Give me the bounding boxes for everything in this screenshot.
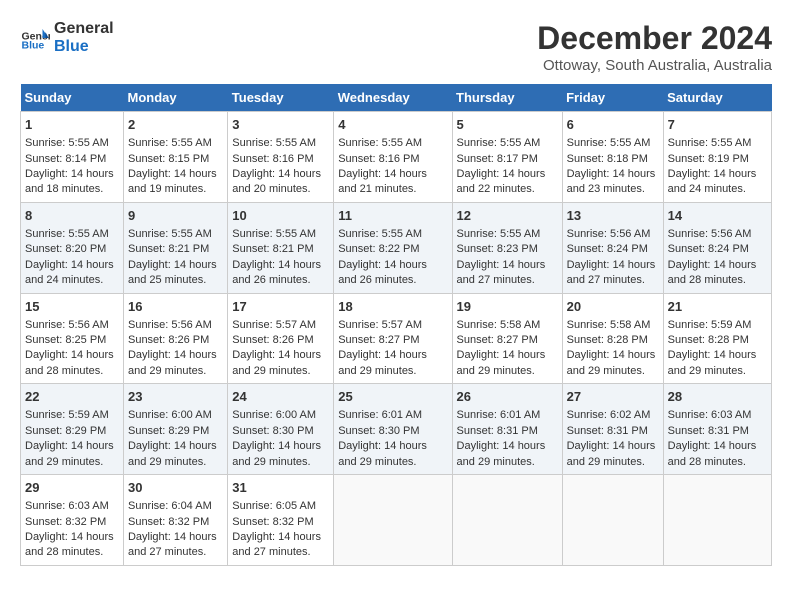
svg-text:Blue: Blue [22, 39, 45, 51]
main-title: December 2024 [537, 20, 772, 57]
calendar-day-1: 1Sunrise: 5:55 AMSunset: 8:14 PMDaylight… [21, 112, 124, 203]
calendar-day-11: 11Sunrise: 5:55 AMSunset: 8:22 PMDayligh… [334, 202, 452, 293]
header-thursday: Thursday [452, 84, 562, 112]
calendar-day-25: 25Sunrise: 6:01 AMSunset: 8:30 PMDayligh… [334, 384, 452, 475]
calendar-day-18: 18Sunrise: 5:57 AMSunset: 8:27 PMDayligh… [334, 293, 452, 384]
calendar-day-27: 27Sunrise: 6:02 AMSunset: 8:31 PMDayligh… [562, 384, 663, 475]
page-header: General Blue General Blue December 2024 … [20, 20, 772, 74]
calendar-day-31: 31Sunrise: 6:05 AMSunset: 8:32 PMDayligh… [228, 475, 334, 566]
calendar-day-7: 7Sunrise: 5:55 AMSunset: 8:19 PMDaylight… [663, 112, 771, 203]
calendar-day-24: 24Sunrise: 6:00 AMSunset: 8:30 PMDayligh… [228, 384, 334, 475]
calendar-day-26: 26Sunrise: 6:01 AMSunset: 8:31 PMDayligh… [452, 384, 562, 475]
empty-day [452, 475, 562, 566]
logo: General Blue General Blue [20, 20, 114, 55]
calendar-day-10: 10Sunrise: 5:55 AMSunset: 8:21 PMDayligh… [228, 202, 334, 293]
calendar-day-23: 23Sunrise: 6:00 AMSunset: 8:29 PMDayligh… [123, 384, 227, 475]
calendar-day-8: 8Sunrise: 5:55 AMSunset: 8:20 PMDaylight… [21, 202, 124, 293]
calendar-day-4: 4Sunrise: 5:55 AMSunset: 8:16 PMDaylight… [334, 112, 452, 203]
calendar-day-28: 28Sunrise: 6:03 AMSunset: 8:31 PMDayligh… [663, 384, 771, 475]
calendar-day-14: 14Sunrise: 5:56 AMSunset: 8:24 PMDayligh… [663, 202, 771, 293]
logo-blue: Blue [54, 38, 114, 56]
calendar-week-4: 22Sunrise: 5:59 AMSunset: 8:29 PMDayligh… [21, 384, 772, 475]
header-row: Sunday Monday Tuesday Wednesday Thursday… [21, 84, 772, 112]
header-wednesday: Wednesday [334, 84, 452, 112]
calendar-header: Sunday Monday Tuesday Wednesday Thursday… [21, 84, 772, 112]
calendar-day-5: 5Sunrise: 5:55 AMSunset: 8:17 PMDaylight… [452, 112, 562, 203]
calendar-day-30: 30Sunrise: 6:04 AMSunset: 8:32 PMDayligh… [123, 475, 227, 566]
calendar-body: 1Sunrise: 5:55 AMSunset: 8:14 PMDaylight… [21, 112, 772, 566]
calendar-week-1: 1Sunrise: 5:55 AMSunset: 8:14 PMDaylight… [21, 112, 772, 203]
calendar-day-16: 16Sunrise: 5:56 AMSunset: 8:26 PMDayligh… [123, 293, 227, 384]
calendar-day-15: 15Sunrise: 5:56 AMSunset: 8:25 PMDayligh… [21, 293, 124, 384]
calendar-table: Sunday Monday Tuesday Wednesday Thursday… [20, 84, 772, 566]
empty-day [663, 475, 771, 566]
header-monday: Monday [123, 84, 227, 112]
calendar-day-6: 6Sunrise: 5:55 AMSunset: 8:18 PMDaylight… [562, 112, 663, 203]
subtitle: Ottoway, South Australia, Australia [537, 57, 772, 74]
calendar-day-13: 13Sunrise: 5:56 AMSunset: 8:24 PMDayligh… [562, 202, 663, 293]
calendar-week-3: 15Sunrise: 5:56 AMSunset: 8:25 PMDayligh… [21, 293, 772, 384]
calendar-day-9: 9Sunrise: 5:55 AMSunset: 8:21 PMDaylight… [123, 202, 227, 293]
header-friday: Friday [562, 84, 663, 112]
calendar-week-2: 8Sunrise: 5:55 AMSunset: 8:20 PMDaylight… [21, 202, 772, 293]
empty-day [562, 475, 663, 566]
calendar-day-3: 3Sunrise: 5:55 AMSunset: 8:16 PMDaylight… [228, 112, 334, 203]
title-area: December 2024 Ottoway, South Australia, … [537, 20, 772, 74]
calendar-day-12: 12Sunrise: 5:55 AMSunset: 8:23 PMDayligh… [452, 202, 562, 293]
logo-icon: General Blue [20, 23, 50, 53]
calendar-day-21: 21Sunrise: 5:59 AMSunset: 8:28 PMDayligh… [663, 293, 771, 384]
calendar-day-29: 29Sunrise: 6:03 AMSunset: 8:32 PMDayligh… [21, 475, 124, 566]
calendar-day-22: 22Sunrise: 5:59 AMSunset: 8:29 PMDayligh… [21, 384, 124, 475]
empty-day [334, 475, 452, 566]
header-saturday: Saturday [663, 84, 771, 112]
calendar-day-2: 2Sunrise: 5:55 AMSunset: 8:15 PMDaylight… [123, 112, 227, 203]
header-sunday: Sunday [21, 84, 124, 112]
calendar-day-20: 20Sunrise: 5:58 AMSunset: 8:28 PMDayligh… [562, 293, 663, 384]
calendar-week-5: 29Sunrise: 6:03 AMSunset: 8:32 PMDayligh… [21, 475, 772, 566]
calendar-day-19: 19Sunrise: 5:58 AMSunset: 8:27 PMDayligh… [452, 293, 562, 384]
header-tuesday: Tuesday [228, 84, 334, 112]
logo-general: General [54, 20, 114, 38]
calendar-day-17: 17Sunrise: 5:57 AMSunset: 8:26 PMDayligh… [228, 293, 334, 384]
